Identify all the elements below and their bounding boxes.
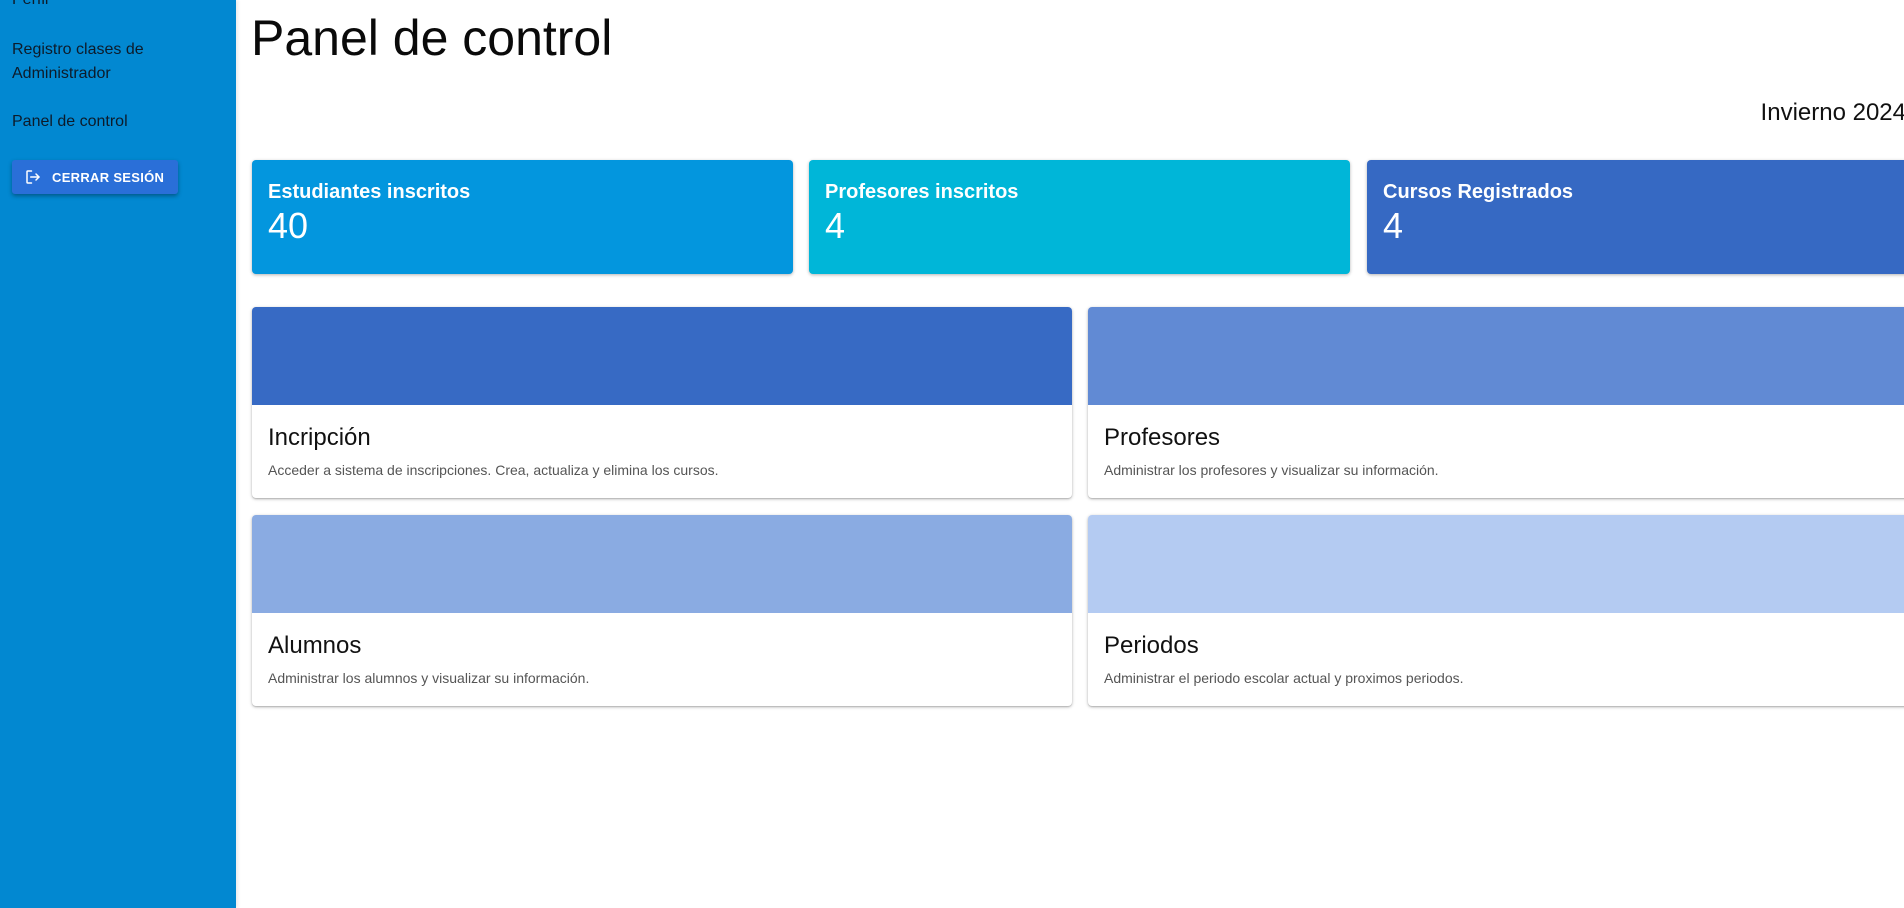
card-profesores[interactable]: Profesores Administrar los profesores y … — [1088, 307, 1904, 498]
card-banner — [252, 307, 1072, 405]
card-description: Administrar el periodo escolar actual y … — [1104, 670, 1464, 686]
stat-value: 40 — [268, 205, 309, 246]
sidebar: Perfil Registro clases de Administrador … — [0, 0, 236, 908]
logout-button-label: CERRAR SESIÓN — [52, 169, 165, 185]
sidebar-item-perfil[interactable]: Perfil — [12, 0, 212, 12]
logout-icon — [26, 170, 40, 184]
card-periodos[interactable]: Periodos Administrar el periodo escolar … — [1088, 515, 1904, 706]
stat-label: Profesores inscritos — [825, 181, 1019, 203]
card-alumnos[interactable]: Alumnos Administrar los alumnos y visual… — [252, 515, 1072, 706]
sidebar-item-panel-de-control[interactable]: Panel de control — [12, 110, 212, 134]
stat-value: 4 — [1383, 205, 1404, 246]
card-title: Incripción — [268, 424, 371, 451]
card-title: Profesores — [1104, 424, 1221, 451]
stat-value: 4 — [825, 205, 846, 246]
page-title: Panel de control — [251, 10, 613, 66]
card-title: Periodos — [1104, 632, 1199, 659]
sidebar-item-registro-clases[interactable]: Registro clases de Administrador — [12, 38, 212, 86]
card-title: Alumnos — [268, 632, 362, 659]
card-description: Administrar los profesores y visualizar … — [1104, 462, 1439, 478]
card-banner — [1088, 515, 1904, 613]
stat-card-estudiantes: Estudiantes inscritos 40 — [252, 160, 793, 274]
card-description: Acceder a sistema de inscripciones. Crea… — [268, 462, 719, 478]
logout-button[interactable]: CERRAR SESIÓN — [12, 160, 178, 194]
app-root: Perfil Registro clases de Administrador … — [0, 0, 1904, 908]
stat-label: Estudiantes inscritos — [268, 181, 471, 203]
stat-label: Cursos Registrados — [1383, 181, 1574, 203]
stat-card-profesores: Profesores inscritos 4 — [809, 160, 1350, 274]
current-period-label: Invierno 2024 — [1760, 99, 1904, 126]
stat-card-cursos: Cursos Registrados 4 — [1367, 160, 1904, 274]
card-description: Administrar los alumnos y visualizar su … — [268, 670, 590, 686]
card-banner — [1088, 307, 1904, 405]
card-banner — [252, 515, 1072, 613]
card-inscripcion[interactable]: Incripción Acceder a sistema de inscripc… — [252, 307, 1072, 498]
